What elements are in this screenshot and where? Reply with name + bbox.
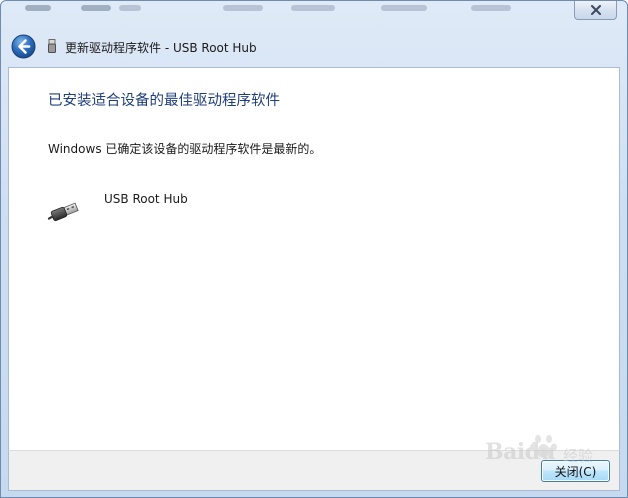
watermark-suffix: 经验: [563, 447, 594, 465]
baidu-watermark: Baidu 经验: [479, 429, 599, 473]
blurred-title-fragment: [471, 5, 511, 11]
page-title: 已安装适合设备的最佳驱动程序软件: [48, 93, 280, 109]
blurred-title-fragment: [25, 5, 51, 11]
usb-plug-icon: [47, 202, 79, 222]
driver-update-window: 更新驱动程序软件 - USB Root Hub 已安装适合设备的最佳驱动程序软件…: [0, 0, 628, 498]
close-icon: [590, 5, 601, 15]
blurred-title-fragment: [291, 5, 335, 11]
status-message: Windows 已确定该设备的驱动程序软件是最新的。: [48, 142, 322, 156]
blurred-title-fragment: [81, 5, 111, 11]
main-content-panel: 已安装适合设备的最佳驱动程序软件 Windows 已确定该设备的驱动程序软件是最…: [8, 67, 620, 450]
blurred-title-fragment: [223, 5, 263, 11]
back-arrow-icon[interactable]: [11, 34, 36, 59]
navigation-bar: 更新驱动程序软件 - USB Root Hub: [1, 23, 627, 67]
device-name-label: USB Root Hub: [104, 192, 188, 206]
blurred-title-fragment: [381, 5, 427, 11]
blurred-title-fragment: [119, 5, 141, 11]
window-close-button[interactable]: [574, 1, 617, 20]
navigation-title: 更新驱动程序软件 - USB Root Hub: [65, 41, 257, 55]
title-bar: [1, 1, 627, 23]
watermark-brand: Baidu: [485, 439, 556, 465]
usb-device-icon: [48, 39, 56, 53]
